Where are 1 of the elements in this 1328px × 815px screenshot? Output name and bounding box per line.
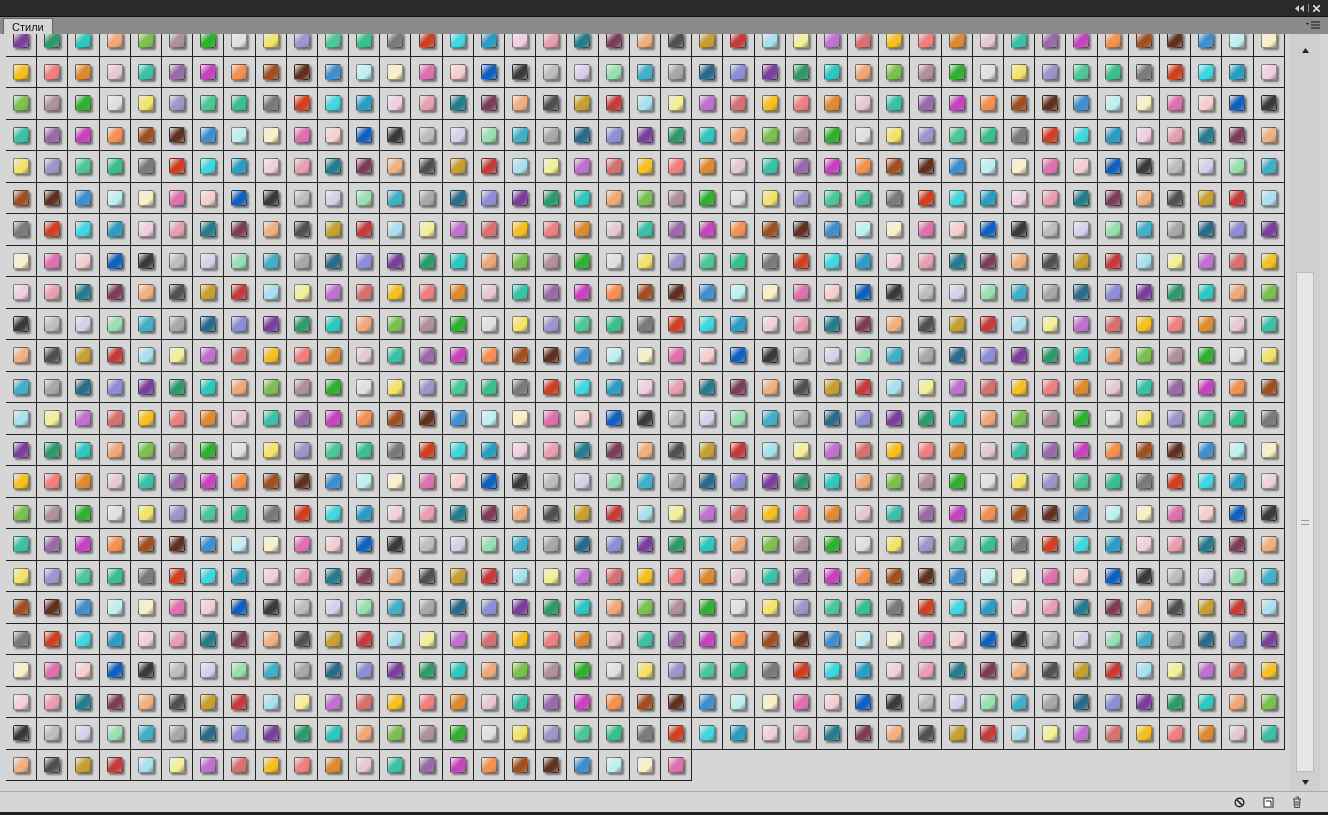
panel-tab[interactable]: Стили [3, 18, 53, 34]
